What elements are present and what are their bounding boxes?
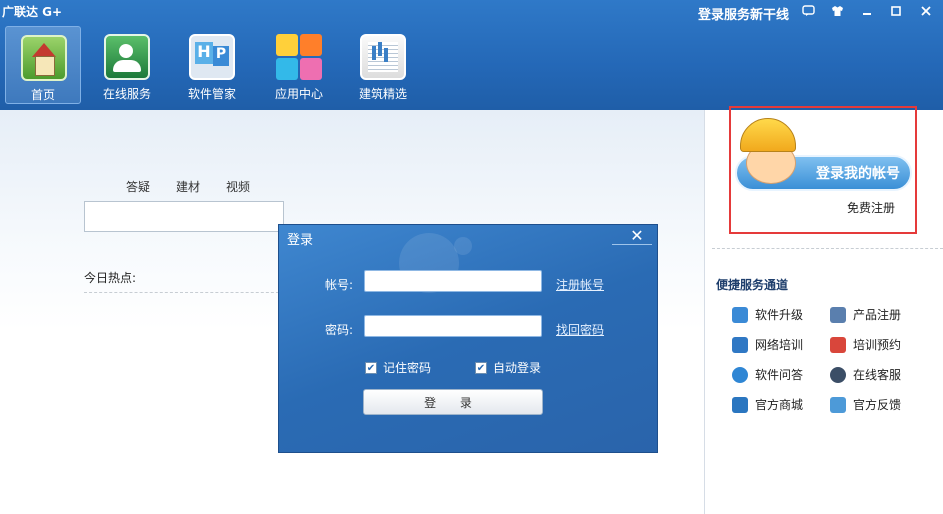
app-title: 广联达 G+ [2,5,63,19]
tab-home-label: 首页 [30,88,55,102]
service-label: 软件升级 [755,308,804,322]
service-label: 在线客服 [853,368,902,382]
helmet-icon [740,118,796,152]
register-account-link[interactable]: 注册帐号 [556,276,604,293]
app-center-icon [276,34,322,80]
service-label: 培训预约 [853,338,902,352]
tab-online-service[interactable]: 在线服务 [89,26,165,104]
hot-topics-label: 今日热点: [84,271,137,285]
hot-topics-divider [84,292,284,293]
service-label: 产品注册 [853,308,902,322]
search-input[interactable] [84,201,284,232]
auto-login-label: 自动登录 [493,361,542,375]
service-training-booking[interactable]: 培训预约 [830,336,901,353]
shirt-icon[interactable] [828,2,846,20]
cart-icon [732,396,748,413]
login-button[interactable]: 登 录 [363,389,543,415]
service-official-store[interactable]: 官方商城 [732,396,803,413]
tab-app-center-label: 应用中心 [274,87,323,101]
chat-bubble-icon [732,366,748,383]
account-input[interactable] [364,270,542,292]
service-label: 官方反馈 [853,398,902,412]
remember-password-label: 记住密码 [383,361,432,375]
agent-icon [830,366,846,383]
account-label: 帐号: [325,278,354,292]
minimize-icon[interactable] [858,2,876,20]
free-register-link[interactable]: 免费注册 [847,199,895,216]
chat-icon[interactable] [799,2,817,20]
service-label: 网络培训 [755,338,804,352]
users-icon [104,34,150,80]
remember-password-checkbox[interactable]: ✔ 记住密码 [365,359,431,376]
tab-home[interactable]: 首页 [5,26,81,104]
service-label: 官方商城 [755,398,804,412]
close-icon[interactable] [917,2,935,20]
password-label: 密码: [325,323,354,337]
mascot-image [740,118,806,196]
category-materials[interactable]: 建材 [176,178,200,195]
services-title: 便捷服务通道 [716,278,789,292]
service-software-qa[interactable]: 软件问答 [732,366,803,383]
category-video[interactable]: 视频 [226,178,250,195]
checkbox-checked-icon: ✔ [365,361,377,374]
service-online-support[interactable]: 在线客服 [830,366,901,383]
notice-link[interactable]: 登录服务新干线 [698,4,789,23]
home-icon [21,35,67,81]
top-bar: 广联达 G+ 登录服务新干线 首页 在线服务 软件管家 应用中心 建筑精 [0,0,943,110]
tab-building-selection-label: 建筑精选 [358,87,407,101]
tab-building-selection[interactable]: 建筑精选 [345,26,421,104]
dialog-title-underline [612,244,652,245]
service-software-upgrade[interactable]: 软件升级 [732,306,803,323]
service-label: 软件问答 [755,368,804,382]
sidebar-divider [712,248,943,249]
auto-login-checkbox[interactable]: ✔ 自动登录 [475,359,541,376]
tab-software-manager[interactable]: 软件管家 [174,26,250,104]
feedback-icon [830,396,846,413]
tab-app-center[interactable]: 应用中心 [261,26,337,104]
maximize-icon[interactable] [887,2,905,20]
decor-bubble [454,237,472,255]
dialog-title: 登录 [287,233,314,248]
monitor-icon [732,336,748,353]
service-official-feedback[interactable]: 官方反馈 [830,396,901,413]
software-manager-icon [189,34,235,80]
tab-online-service-label: 在线服务 [102,87,151,101]
recover-password-link[interactable]: 找回密码 [556,321,604,338]
login-dialog: 登录 ✕ 帐号: 注册帐号 密码: 找回密码 ✔ 记住密码 ✔ 自动登录 登 录 [278,224,658,453]
upgrade-icon [732,306,748,323]
calendar-icon [830,336,846,353]
service-online-training[interactable]: 网络培训 [732,336,803,353]
password-input[interactable] [364,315,542,337]
checkbox-checked-icon: ✔ [475,361,487,374]
product-register-icon [830,306,846,323]
service-product-register[interactable]: 产品注册 [830,306,901,323]
category-qa[interactable]: 答疑 [126,178,150,195]
tab-software-manager-label: 软件管家 [187,87,236,101]
book-icon [360,34,406,80]
dialog-close-button[interactable]: ✕ [625,226,649,245]
